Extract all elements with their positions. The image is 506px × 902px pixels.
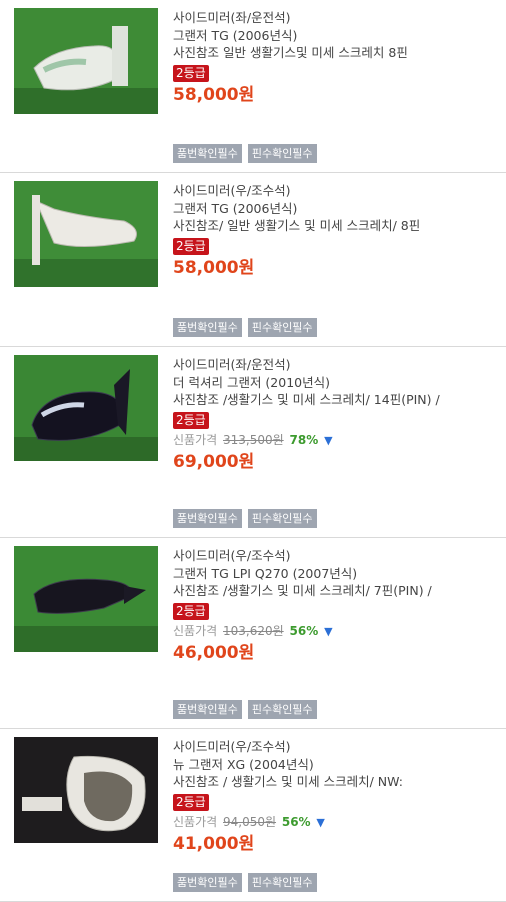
product-item[interactable]: 사이드미러(좌/운전석) 더 럭셔리 그랜저 (2010년식) 사진참조 /생활… (0, 347, 506, 538)
product-model: 더 럭셔리 그랜저 (2010년식) (173, 374, 330, 390)
original-price: 313,500원 (223, 432, 284, 447)
discount-rate: 56% (281, 814, 311, 829)
grade-badge: 2등급 (173, 64, 209, 82)
product-info: 사이드미러(우/조수석) 그랜저 TG (2006년식) 사진참조/ 일반 생활… (173, 182, 498, 279)
original-price: 103,620원 (223, 623, 284, 638)
tag-group: 품번확인필수 핀수확인필수 (173, 316, 318, 337)
original-price-label: 신품가격 (173, 814, 218, 829)
product-category: 사이드미러(좌/운전석) (173, 10, 291, 25)
product-category: 사이드미러(우/조수석) (173, 548, 291, 563)
tag-group: 품번확인필수 핀수확인필수 (173, 142, 318, 163)
product-category: 사이드미러(우/조수석) (173, 183, 291, 198)
product-description: 사진참조 / 생활기스 및 미세 스크레치/ NW: (173, 774, 403, 789)
product-item[interactable]: 사이드미러(우/조수석) 그랜저 TG LPI Q270 (2007년식) 사진… (0, 538, 506, 729)
tag-group: 품번확인필수 핀수확인필수 (173, 698, 318, 719)
product-image[interactable] (14, 8, 158, 114)
arrow-down-icon: ▼ (316, 815, 325, 829)
product-model: 그랜저 TG (2006년식) (173, 200, 298, 216)
tag-part-number: 품번확인필수 (173, 700, 242, 719)
product-image[interactable] (14, 181, 158, 287)
product-info: 사이드미러(좌/운전석) 그랜저 TG (2006년식) 사진참조 일반 생활기… (173, 9, 498, 106)
tag-part-number: 품번확인필수 (173, 509, 242, 528)
grade-badge: 2등급 (173, 237, 209, 255)
grade-badge: 2등급 (173, 793, 209, 811)
product-item[interactable]: 사이드미러(우/조수석) 그랜저 TG (2006년식) 사진참조/ 일반 생활… (0, 173, 506, 347)
tag-part-number: 품번확인필수 (173, 318, 242, 337)
tag-pin-count: 핀수확인필수 (247, 318, 317, 337)
product-item[interactable]: 사이드미러(우/조수석) 뉴 그랜저 XG (2004년식) 사진참조 / 생활… (0, 729, 506, 902)
grade-badge: 2등급 (173, 602, 209, 620)
tag-pin-count: 핀수확인필수 (247, 873, 317, 892)
tag-pin-count: 핀수확인필수 (247, 509, 317, 528)
original-price-row: 신품가격 94,050원 56% ▼ (173, 814, 498, 831)
product-model: 그랜저 TG LPI Q270 (2007년식) (173, 565, 358, 581)
product-image[interactable] (14, 546, 158, 652)
tag-part-number: 품번확인필수 (173, 144, 242, 163)
product-price: 46,000원 (173, 642, 255, 663)
product-image[interactable] (14, 737, 158, 843)
product-list: 사이드미러(좌/운전석) 그랜저 TG (2006년식) 사진참조 일반 생활기… (0, 0, 506, 902)
product-info: 사이드미러(우/조수석) 그랜저 TG LPI Q270 (2007년식) 사진… (173, 547, 498, 664)
original-price-row: 신품가격 103,620원 56% ▼ (173, 623, 498, 640)
product-description: 사진참조 일반 생활기스및 미세 스크레치 8핀 (173, 45, 408, 60)
product-price: 41,000원 (173, 833, 255, 854)
product-info: 사이드미러(우/조수석) 뉴 그랜저 XG (2004년식) 사진참조 / 생활… (173, 738, 498, 855)
product-price: 69,000원 (173, 451, 255, 472)
product-description: 사진참조 /생활기스 및 미세 스크레치/ 14핀(PIN) / (173, 392, 440, 407)
product-model: 그랜저 TG (2006년식) (173, 27, 298, 43)
original-price-row: 신품가격 313,500원 78% ▼ (173, 432, 498, 449)
original-price-label: 신품가격 (173, 623, 218, 638)
product-category: 사이드미러(우/조수석) (173, 739, 291, 754)
original-price: 94,050원 (223, 814, 277, 829)
tag-group: 품번확인필수 핀수확인필수 (173, 871, 318, 892)
product-price: 58,000원 (173, 84, 255, 105)
discount-rate: 56% (289, 623, 319, 638)
product-info: 사이드미러(좌/운전석) 더 럭셔리 그랜저 (2010년식) 사진참조 /생활… (173, 356, 498, 473)
tag-pin-count: 핀수확인필수 (247, 700, 317, 719)
product-price: 58,000원 (173, 257, 255, 278)
product-image[interactable] (14, 355, 158, 461)
arrow-down-icon: ▼ (324, 624, 333, 638)
product-model: 뉴 그랜저 XG (2004년식) (173, 756, 314, 772)
product-description: 사진참조/ 일반 생활기스 및 미세 스크레치/ 8핀 (173, 218, 421, 233)
product-category: 사이드미러(좌/운전석) (173, 357, 291, 372)
tag-part-number: 품번확인필수 (173, 873, 242, 892)
product-item[interactable]: 사이드미러(좌/운전석) 그랜저 TG (2006년식) 사진참조 일반 생활기… (0, 0, 506, 173)
product-description: 사진참조 /생활기스 및 미세 스크레치/ 7핀(PIN) / (173, 583, 432, 598)
discount-rate: 78% (289, 432, 319, 447)
tag-group: 품번확인필수 핀수확인필수 (173, 507, 318, 528)
original-price-label: 신품가격 (173, 432, 218, 447)
grade-badge: 2등급 (173, 411, 209, 429)
tag-pin-count: 핀수확인필수 (247, 144, 317, 163)
arrow-down-icon: ▼ (324, 433, 333, 447)
